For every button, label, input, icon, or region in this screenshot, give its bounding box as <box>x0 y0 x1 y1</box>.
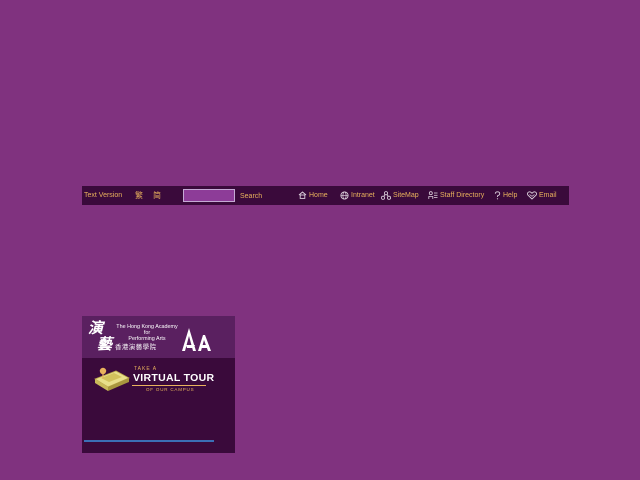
globe-icon <box>340 191 349 200</box>
calligraphy-char-2: 藝 <box>97 335 113 353</box>
organization-name-english: The Hong Kong Academy for Performing Art… <box>112 324 182 342</box>
virtual-tour-subtitle: OF OUR CAMPUS <box>146 387 195 392</box>
org-name-line-3: Performing Arts <box>128 336 166 342</box>
nav-home-label: Home <box>309 192 328 199</box>
search-input[interactable] <box>183 189 235 202</box>
nav-staff-directory-link[interactable]: Staff Directory <box>428 186 484 205</box>
organization-name-chinese: 香港演藝學院 <box>115 343 157 351</box>
nav-email-link[interactable]: Email <box>527 186 557 205</box>
campus-map-icon <box>94 367 130 391</box>
sitemap-icon <box>381 190 391 200</box>
nav-staff-directory-label: Staff Directory <box>440 192 485 199</box>
banner-loading-bar <box>84 440 214 442</box>
nav-sitemap-link[interactable]: SiteMap <box>381 186 419 205</box>
search-button[interactable]: Search <box>240 187 262 206</box>
top-navigation-bar: Text Version 繁 简 Search Home Intranet Si… <box>82 186 569 205</box>
nav-help-label: Help <box>503 192 518 199</box>
nav-help-link[interactable]: Help <box>494 186 517 205</box>
virtual-tour-banner[interactable]: 演 藝 The Hong Kong Academy for Performing… <box>82 316 235 453</box>
simplified-chinese-link[interactable]: 简 <box>153 186 161 205</box>
home-icon <box>298 191 307 200</box>
calligraphy-char-1: 演 <box>88 319 104 337</box>
heart-email-icon <box>527 191 537 200</box>
nav-home-link[interactable]: Home <box>298 186 328 205</box>
hkapa-triangle-logo-icon <box>182 328 211 351</box>
virtual-tour-divider <box>132 385 206 386</box>
traditional-chinese-link[interactable]: 繁 <box>135 186 143 205</box>
text-version-link[interactable]: Text Version <box>84 186 122 205</box>
nav-intranet-label: Intranet <box>351 192 375 199</box>
people-icon <box>428 190 438 200</box>
question-icon <box>494 191 501 200</box>
virtual-tour-title: VIRTUAL TOUR <box>133 372 215 384</box>
banner-header: 演 藝 The Hong Kong Academy for Performing… <box>82 316 235 358</box>
nav-sitemap-label: SiteMap <box>393 192 419 199</box>
calligraphy-logo: 演 藝 <box>88 320 112 352</box>
nav-email-label: Email <box>539 192 557 199</box>
nav-intranet-link[interactable]: Intranet <box>340 186 375 205</box>
